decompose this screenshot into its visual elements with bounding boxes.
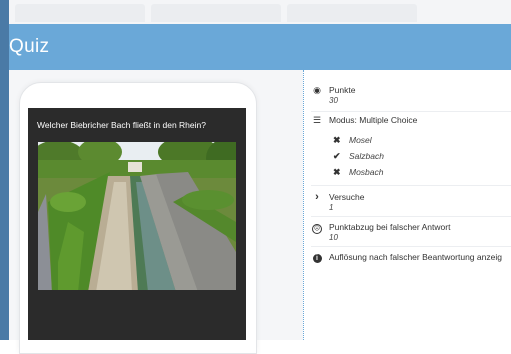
x-mark-icon: ✖	[333, 167, 341, 177]
check-mark-icon: ✔	[333, 151, 341, 161]
browser-top-bar	[9, 0, 511, 25]
points-label: Punkte	[329, 85, 356, 95]
resolution-row: i Auflösung nach falscher Beantwortung a…	[311, 251, 511, 265]
separator	[311, 246, 511, 247]
window-frame-left	[0, 0, 9, 340]
question-text: Welcher Biebricher Bach fließt in den Rh…	[37, 120, 206, 130]
phone-screen: Welcher Biebricher Bach fließt in den Rh…	[28, 108, 246, 340]
x-mark-icon: ✖	[333, 135, 341, 145]
info-icon: i	[311, 251, 323, 263]
browser-tab[interactable]	[287, 4, 417, 22]
separator	[311, 111, 511, 112]
creek-photo	[38, 142, 236, 290]
pane-divider	[303, 70, 304, 340]
question-photo	[38, 142, 236, 290]
option-text: Mosbach	[349, 167, 384, 177]
deduction-label: Punktabzug bei falscher Antwort	[329, 222, 451, 232]
separator	[311, 185, 511, 186]
chevron-right-icon[interactable]: ›	[311, 191, 323, 203]
option-text: Salzbach	[349, 151, 384, 161]
attempts-row[interactable]: › Versuche 1	[311, 191, 511, 219]
question-details: ◉ Punkte 30 ☰ Modus: Multiple Choice ✖ M…	[311, 70, 511, 340]
browser-tab[interactable]	[151, 4, 281, 22]
mode-row: ☰ Modus: Multiple Choice	[311, 114, 511, 128]
mode-label: Modus: Multiple Choice	[329, 115, 418, 125]
points-row: ◉ Punkte 30	[311, 84, 511, 112]
quiz-content: Welcher Biebricher Bach fließt in den Rh…	[9, 70, 511, 354]
piggy-bank-icon: ◉	[313, 85, 321, 95]
deduction-row: ☹ Punktabzug bei falscher Antwort 10	[311, 221, 511, 249]
separator	[311, 216, 511, 217]
frown-icon: ☹	[312, 224, 322, 234]
points-value: 30	[329, 96, 338, 105]
preview-pane: Welcher Biebricher Bach fließt in den Rh…	[9, 70, 303, 354]
attempts-label: Versuche	[329, 192, 365, 202]
deduction-value: 10	[329, 233, 338, 242]
attempts-value: 1	[329, 203, 334, 212]
browser-tab[interactable]	[15, 4, 145, 22]
quiz-header: Quiz	[9, 24, 511, 70]
page-title: Quiz	[9, 36, 50, 57]
option-text: Mosel	[349, 135, 372, 145]
list-icon: ☰	[312, 115, 322, 125]
resolution-label: Auflösung nach falscher Beantwortung anz…	[329, 252, 502, 262]
